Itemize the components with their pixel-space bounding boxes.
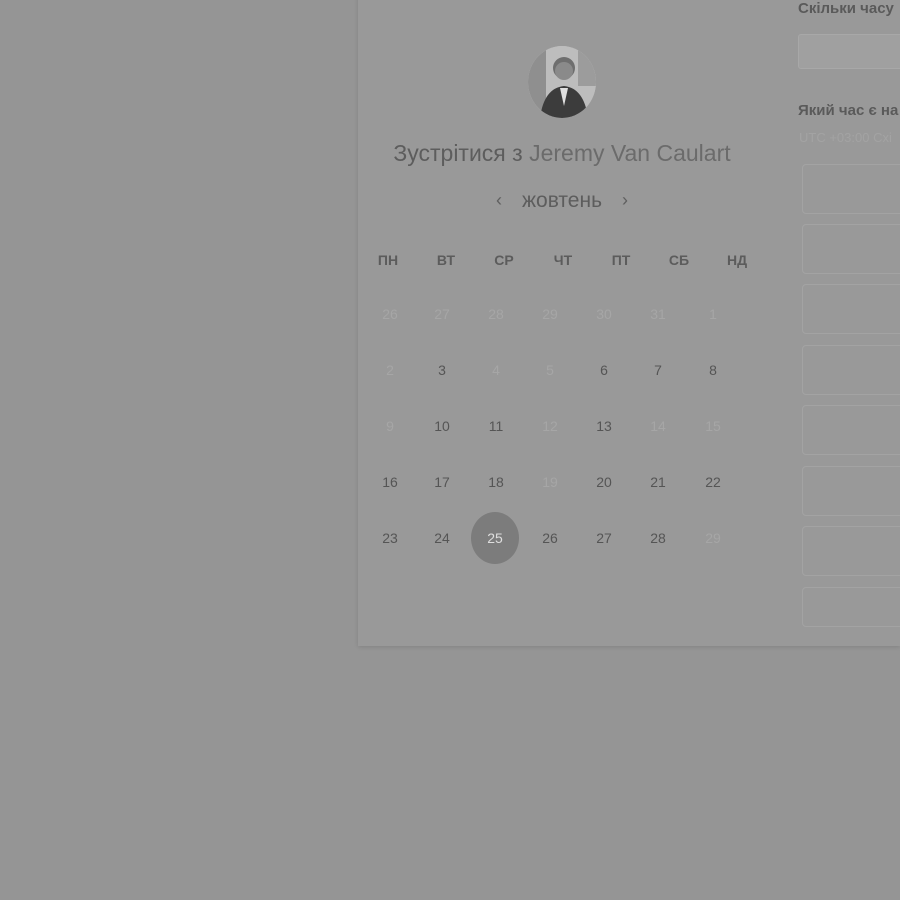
weekday-header: ВТ: [436, 252, 456, 268]
calendar-day-disabled: 5: [546, 362, 554, 378]
weekday-header: ПТ: [611, 252, 631, 268]
host-avatar: [528, 46, 596, 118]
chevron-right-icon[interactable]: ›: [622, 190, 628, 211]
calendar-day[interactable]: 11: [472, 400, 520, 452]
calendar-day[interactable]: 28: [634, 512, 682, 564]
calendar-day[interactable]: 21: [634, 456, 682, 508]
calendar-day[interactable]: 20: [580, 456, 628, 508]
time-slot-button[interactable]: [802, 345, 900, 395]
time-slot-button[interactable]: [802, 164, 900, 214]
calendar-day-disabled: 28: [488, 306, 504, 322]
calendar-day-disabled: 29: [705, 530, 721, 546]
calendar-day[interactable]: 17: [418, 456, 466, 508]
duration-question: Скільки часу: [798, 0, 894, 17]
meeting-title-prefix: Зустрітися з: [393, 140, 523, 166]
time-slot-button[interactable]: [802, 224, 900, 274]
calendar-day-disabled: 14: [650, 418, 666, 434]
calendar-day-selected[interactable]: 25: [471, 512, 519, 564]
weekday-header: НД: [726, 252, 748, 268]
calendar-day[interactable]: 8: [689, 344, 737, 396]
month-navigation: ‹ жовтень ›: [480, 186, 644, 218]
calendar-day[interactable]: 7: [634, 344, 682, 396]
calendar-day-disabled: 12: [542, 418, 558, 434]
host-name: Jeremy Van Caulart: [529, 140, 731, 166]
calendar-day[interactable]: 26: [526, 512, 574, 564]
time-question: Який час є на: [798, 102, 899, 119]
calendar-day-disabled: 4: [492, 362, 500, 378]
meeting-title: Зустрітися з Jeremy Van Caulart: [380, 140, 744, 167]
time-slot-button[interactable]: [802, 284, 900, 334]
calendar-day[interactable]: 6: [580, 344, 628, 396]
calendar-day-disabled: 19: [542, 474, 558, 490]
calendar-day-disabled: 30: [596, 306, 612, 322]
weekday-header: СР: [494, 252, 514, 268]
calendar-day-disabled: 2: [386, 362, 394, 378]
time-slot-button[interactable]: [802, 587, 900, 627]
calendar-day-disabled: 31: [650, 306, 666, 322]
calendar-day-disabled: 9: [386, 418, 394, 434]
calendar-day[interactable]: 18: [472, 456, 520, 508]
calendar-day-disabled: 29: [542, 306, 558, 322]
time-slot-button[interactable]: [802, 466, 900, 516]
calendar-day[interactable]: 27: [580, 512, 628, 564]
calendar-day-disabled: 1: [709, 306, 717, 322]
calendar-day[interactable]: 24: [418, 512, 466, 564]
calendar-day[interactable]: 13: [580, 400, 628, 452]
duration-select[interactable]: [798, 34, 900, 69]
time-slot-button[interactable]: [802, 526, 900, 576]
calendar-day[interactable]: 23: [366, 512, 414, 564]
calendar-day-disabled: 15: [705, 418, 721, 434]
calendar-day[interactable]: 3: [418, 344, 466, 396]
calendar-day[interactable]: 16: [366, 456, 414, 508]
weekday-header: ЧТ: [553, 252, 573, 268]
weekday-header: СБ: [668, 252, 690, 268]
calendar-day-disabled: 27: [434, 306, 450, 322]
calendar-day-disabled: 26: [382, 306, 398, 322]
weekday-header: ПН: [377, 252, 399, 268]
time-slot-button[interactable]: [802, 405, 900, 455]
calendar-day[interactable]: 10: [418, 400, 466, 452]
month-label: жовтень: [521, 189, 603, 212]
calendar-day[interactable]: 22: [689, 456, 737, 508]
timezone-label[interactable]: UTC +03:00 Схі: [799, 130, 892, 145]
